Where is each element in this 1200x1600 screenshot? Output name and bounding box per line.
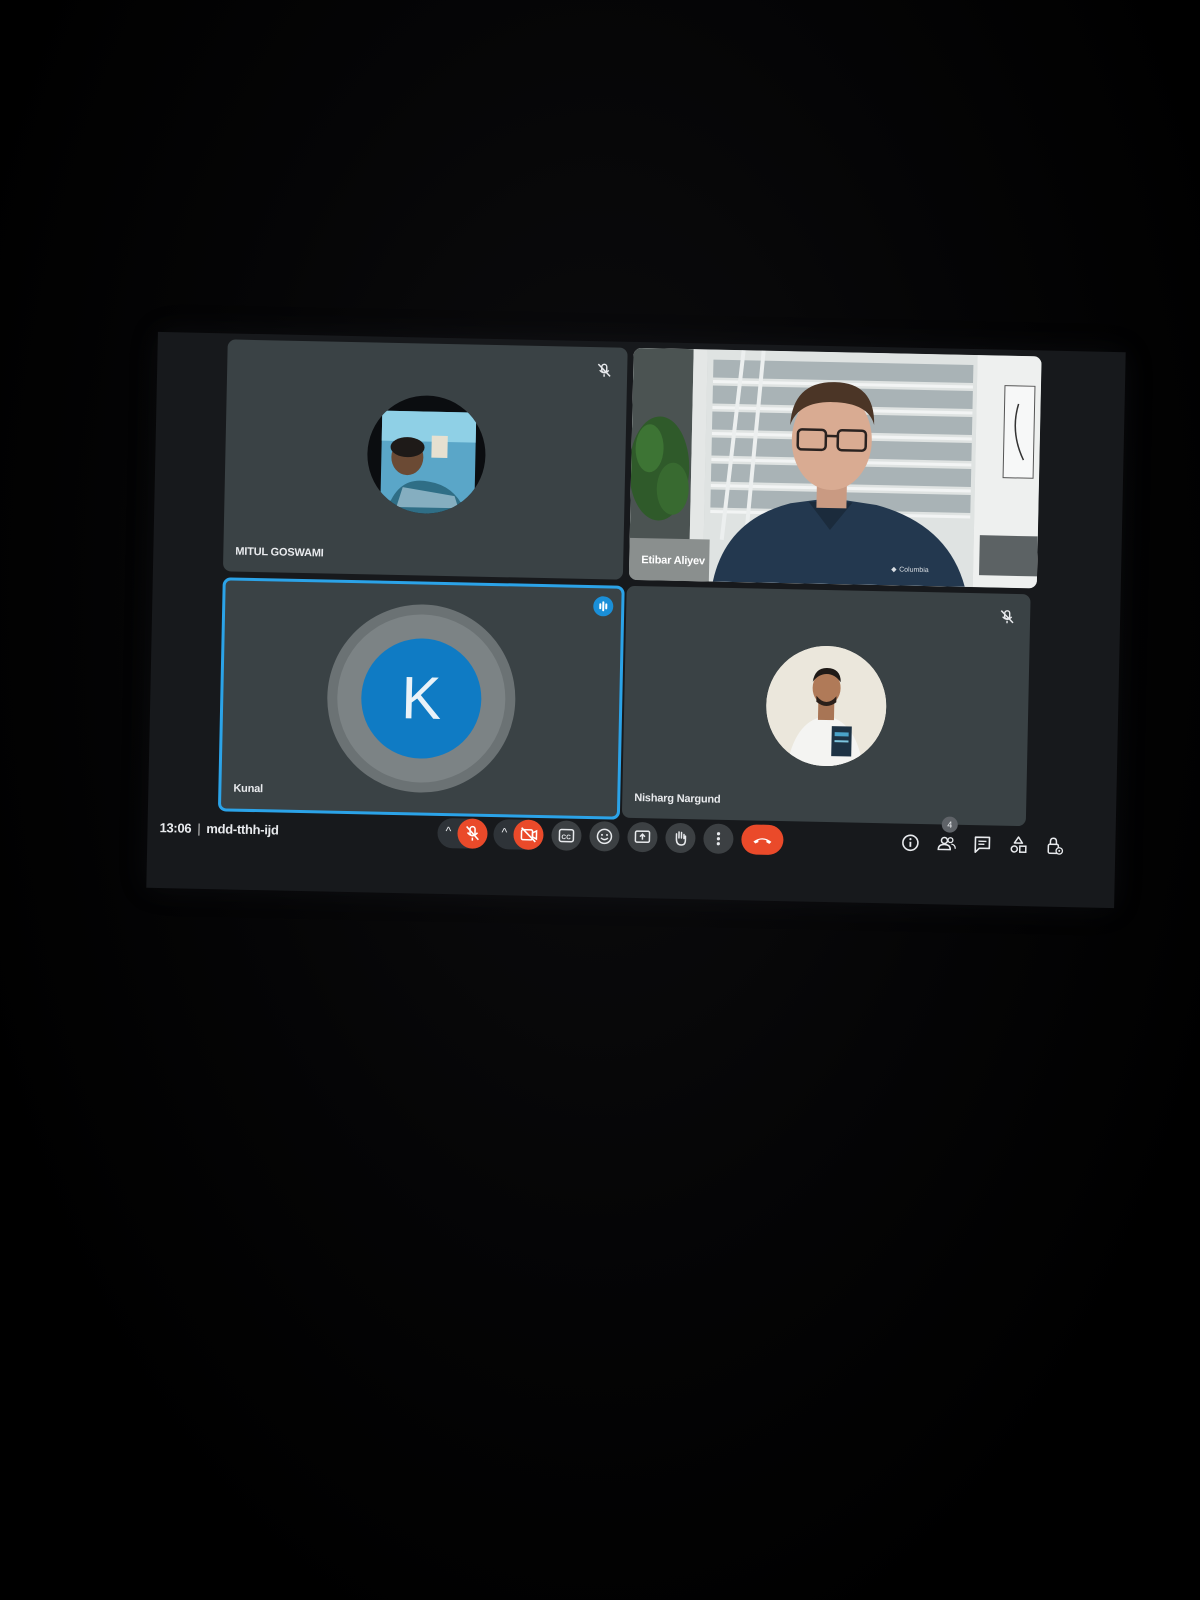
mic-options-chevron-icon[interactable]: ^: [445, 824, 451, 838]
participant-name: Etibar Aliyev: [641, 554, 706, 568]
info-icon: [902, 834, 919, 852]
people-count-badge: 4: [941, 816, 958, 833]
activities-icon: [1010, 836, 1027, 853]
raise-hand-button[interactable]: [665, 822, 696, 854]
mic-control-group: ^: [437, 817, 488, 849]
people-button[interactable]: 4: [935, 816, 958, 854]
camera-options-chevron-icon[interactable]: ^: [501, 825, 507, 839]
meeting-code[interactable]: mdd-tthh-ijd: [206, 821, 279, 838]
camera-toggle-button[interactable]: [513, 819, 544, 851]
shirt-logo-label: Columbia: [899, 566, 929, 574]
shirt-logo-text: ◆: [891, 566, 897, 573]
camera-control-group: ^: [493, 819, 544, 851]
chat-button[interactable]: [971, 833, 993, 855]
chat-icon: [974, 836, 991, 853]
mic-toggle-button[interactable]: [457, 818, 488, 849]
captions-icon: CC: [558, 828, 575, 843]
present-now-button[interactable]: [627, 821, 658, 853]
reactions-button[interactable]: [589, 821, 620, 852]
svg-text:CC: CC: [561, 834, 571, 841]
meet-window: MITUL GOSWAMI ◆ Columbia Etibar Aliyev K…: [146, 331, 1126, 909]
participant-video-feed: ◆ Columbia: [628, 347, 1042, 589]
meeting-info: 13:06 | mdd-tthh-ijd: [159, 820, 278, 837]
lock-settings-icon: [1047, 837, 1064, 855]
mic-off-icon: [466, 825, 479, 841]
meeting-info-separator: |: [197, 820, 201, 836]
end-call-icon: [753, 838, 772, 844]
more-options-button[interactable]: [703, 823, 734, 855]
present-screen-icon: [634, 830, 651, 844]
people-icon: [937, 836, 956, 851]
participant-name: Nisharg Nargund: [634, 792, 721, 806]
mic-off-icon: [998, 608, 1016, 626]
raise-hand-icon: [675, 831, 687, 846]
camera-off-icon: [520, 827, 538, 843]
mic-off-icon: [595, 361, 613, 379]
leave-call-button[interactable]: [741, 824, 784, 856]
emoji-icon: [596, 828, 613, 845]
participant-tile-kunal[interactable]: K Kunal: [217, 577, 625, 820]
participant-tile-nisharg[interactable]: Nisharg Nargund: [621, 585, 1031, 827]
participant-avatar-photo: [764, 644, 888, 768]
host-controls-button[interactable]: [1043, 835, 1065, 857]
audio-level-icon: [593, 596, 614, 617]
participant-avatar-photo: [366, 394, 487, 515]
participant-tile-etibar[interactable]: ◆ Columbia Etibar Aliyev: [628, 347, 1042, 589]
participant-name: Kunal: [233, 782, 264, 796]
participant-name: MITUL GOSWAMI: [235, 545, 324, 560]
meeting-details-button[interactable]: [899, 832, 921, 854]
activities-button[interactable]: [1007, 834, 1029, 856]
dark-room-background: MITUL GOSWAMI ◆ Columbia Etibar Aliyev K…: [0, 0, 1200, 1600]
more-options-icon: [716, 832, 721, 846]
captions-button[interactable]: CC: [551, 820, 582, 851]
participant-tile-mitul[interactable]: MITUL GOSWAMI: [222, 339, 628, 580]
meeting-time: 13:06: [159, 820, 192, 836]
